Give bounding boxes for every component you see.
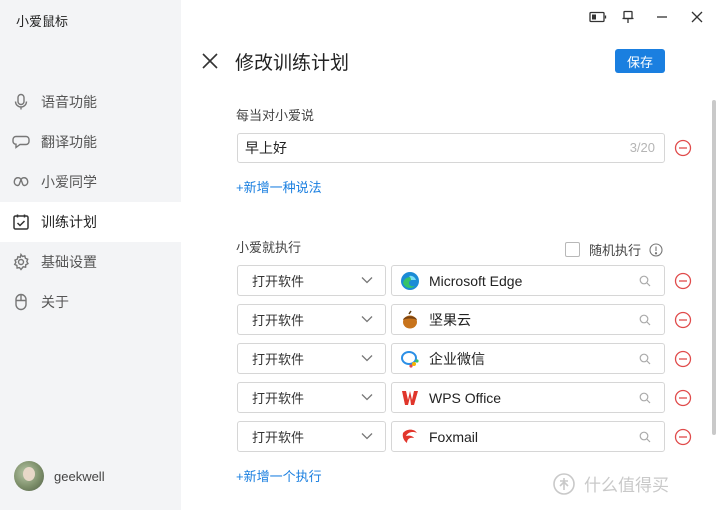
phrase-value: 早上好 — [245, 140, 287, 156]
remove-action-icon[interactable] — [674, 311, 692, 329]
infinity-icon — [12, 173, 30, 191]
remove-action-icon[interactable] — [674, 428, 692, 446]
app-picker[interactable]: 坚果云 — [391, 304, 665, 335]
action-type-select[interactable]: 打开软件 — [237, 421, 386, 452]
gear-icon — [12, 253, 30, 271]
username: geekwell — [54, 468, 105, 484]
action-row: 打开软件 Foxmail — [237, 421, 692, 452]
user-profile[interactable]: geekwell — [14, 461, 105, 491]
sidebar-item-label: 小爱同学 — [41, 174, 97, 190]
trigger-label: 每当对小爱说 — [236, 108, 315, 123]
char-counter: 3/20 — [629, 140, 655, 155]
sidebar-item-label: 语音功能 — [41, 94, 97, 110]
add-phrase-link[interactable]: +新增一种说法 — [236, 177, 322, 196]
search-icon — [639, 392, 651, 404]
chevron-down-icon — [361, 433, 373, 440]
app-name: 企业微信 — [429, 350, 485, 367]
scrollbar[interactable] — [712, 100, 716, 435]
search-icon — [639, 275, 651, 287]
pin-icon[interactable] — [619, 8, 637, 26]
close-window-icon[interactable] — [688, 8, 706, 26]
minimize-icon[interactable] — [653, 8, 671, 26]
action-type-value: 打开软件 — [252, 313, 305, 328]
battery-icon[interactable] — [589, 8, 607, 26]
action-row: 打开软件 坚果云 — [237, 304, 692, 335]
sidebar-item-label: 关于 — [41, 294, 69, 310]
action-type-select[interactable]: 打开软件 — [237, 304, 386, 335]
search-icon — [639, 353, 651, 365]
app-picker[interactable]: Foxmail — [391, 421, 665, 452]
chevron-down-icon — [361, 355, 373, 362]
mouse-icon — [12, 293, 30, 311]
app-name: Microsoft Edge — [429, 272, 523, 289]
action-type-select[interactable]: 打开软件 — [237, 265, 386, 296]
info-icon[interactable] — [649, 242, 663, 257]
action-type-value: 打开软件 — [252, 430, 305, 445]
chevron-down-icon — [361, 277, 373, 284]
action-row: 打开软件 Microsoft Edge — [237, 265, 692, 296]
random-label: 随机执行 — [589, 243, 642, 258]
app-picker[interactable]: Microsoft Edge — [391, 265, 665, 296]
sidebar-item-translate[interactable]: 翻译功能 — [0, 122, 181, 162]
save-button[interactable]: 保存 — [615, 49, 665, 73]
remove-phrase-icon[interactable] — [674, 139, 692, 157]
action-row: 打开软件 WPS Office — [237, 382, 692, 413]
app-picker[interactable]: WPS Office — [391, 382, 665, 413]
close-icon[interactable] — [200, 51, 220, 71]
chevron-down-icon — [361, 316, 373, 323]
phrase-input[interactable]: 早上好 3/20 — [237, 133, 665, 163]
remove-action-icon[interactable] — [674, 389, 692, 407]
search-icon — [639, 314, 651, 326]
chat-bubble-icon — [12, 133, 30, 151]
app-name: WPS Office — [429, 389, 502, 406]
sidebar-item-about[interactable]: 关于 — [0, 282, 181, 322]
watermark-logo-icon — [553, 472, 575, 495]
add-action-link[interactable]: +新增一个执行 — [236, 466, 322, 485]
sidebar-item-training[interactable]: 训练计划 — [0, 202, 181, 242]
wps-icon — [400, 388, 420, 408]
avatar — [14, 461, 44, 491]
calendar-check-icon — [12, 213, 30, 231]
remove-action-icon[interactable] — [674, 272, 692, 290]
chevron-down-icon — [361, 394, 373, 401]
action-type-value: 打开软件 — [252, 352, 305, 367]
edge-icon — [400, 271, 420, 291]
app-name: 坚果云 — [429, 311, 471, 328]
page-title: 修改训练计划 — [235, 53, 350, 74]
watermark-text: 什么值得买 — [584, 476, 669, 495]
microphone-icon — [12, 93, 30, 111]
app-name: Foxmail — [429, 428, 479, 445]
action-type-select[interactable]: 打开软件 — [237, 343, 386, 374]
action-type-select[interactable]: 打开软件 — [237, 382, 386, 413]
sidebar: 小爱鼠标 语音功能 翻译功能 小爱同学 训练计划 基础设置 关于 geekwel… — [0, 0, 181, 510]
app-picker[interactable]: 企业微信 — [391, 343, 665, 374]
sidebar-item-label: 翻译功能 — [41, 134, 97, 150]
remove-action-icon[interactable] — [674, 350, 692, 368]
foxmail-icon — [400, 427, 420, 447]
sidebar-item-xiaoai[interactable]: 小爱同学 — [0, 162, 181, 202]
wecom-icon — [400, 349, 420, 369]
jianguoyun-icon — [400, 310, 420, 330]
random-checkbox[interactable] — [565, 242, 580, 257]
sidebar-item-settings[interactable]: 基础设置 — [0, 242, 181, 282]
app-title: 小爱鼠标 — [16, 14, 69, 29]
watermark: 什么值得买 — [552, 471, 669, 496]
action-type-value: 打开软件 — [252, 391, 305, 406]
actions-label: 小爱就执行 — [236, 240, 302, 255]
search-icon — [639, 431, 651, 443]
action-type-value: 打开软件 — [252, 274, 305, 289]
sidebar-item-label: 训练计划 — [41, 214, 97, 230]
action-row: 打开软件 企业微信 — [237, 343, 692, 374]
random-execute: 随机执行 — [565, 240, 663, 259]
sidebar-item-voice[interactable]: 语音功能 — [0, 82, 181, 122]
sidebar-item-label: 基础设置 — [41, 254, 97, 270]
